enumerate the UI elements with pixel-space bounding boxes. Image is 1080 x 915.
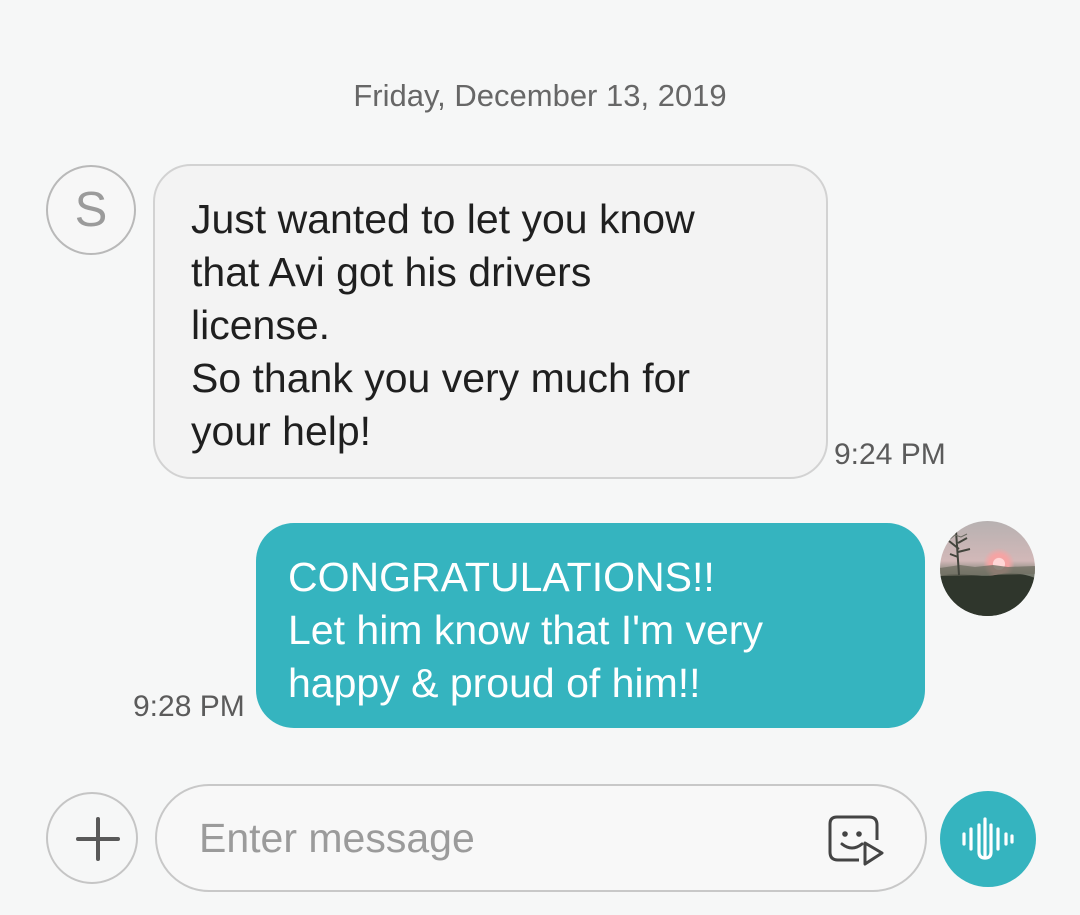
- voice-wave-icon: [962, 817, 1014, 860]
- plus-icon: [76, 817, 120, 861]
- outgoing-message-bubble[interactable]: CONGRATULATIONS!! Let him know that I'm …: [256, 523, 925, 728]
- voice-message-button[interactable]: [940, 791, 1036, 887]
- add-attachment-button[interactable]: [46, 792, 138, 884]
- sticker-icon: [828, 815, 884, 866]
- contact-avatar[interactable]: S: [46, 165, 136, 255]
- message-input-container: [155, 784, 927, 892]
- sticker-button[interactable]: [827, 810, 887, 870]
- incoming-message-bubble[interactable]: Just wanted to let you know that Avi got…: [153, 164, 828, 479]
- message-input[interactable]: [199, 806, 799, 870]
- conversation-date: Friday, December 13, 2019: [353, 78, 727, 113]
- profile-photo-icon: [940, 530, 1035, 616]
- my-profile-avatar[interactable]: [940, 521, 1035, 616]
- incoming-message-time: 9:24 PM: [834, 438, 946, 471]
- outgoing-message-time: 9:28 PM: [133, 690, 245, 723]
- message-composer: [0, 780, 1080, 900]
